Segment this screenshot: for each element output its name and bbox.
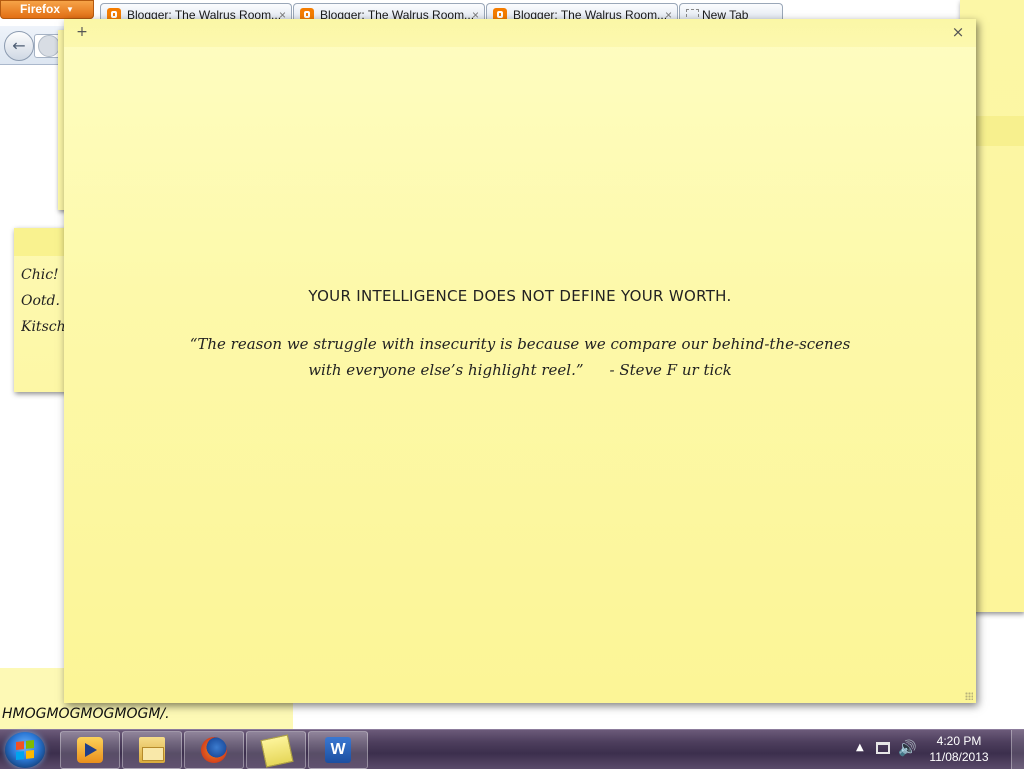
show-hidden-icons-icon[interactable]: ▲ [856, 742, 864, 753]
back-arrow-icon[interactable]: ← [4, 31, 34, 61]
quote-attribution: - Steve F ur tick [609, 361, 732, 379]
delete-note-icon[interactable]: × [950, 22, 966, 42]
taskbar-item-firefox[interactable] [184, 731, 244, 769]
quote-line-1: “The reason we struggle with insecurity … [189, 335, 851, 353]
quote-line-2: with everyone else’s highlight reel.” - S… [64, 357, 976, 383]
taskbar-item-word[interactable]: W [308, 731, 368, 769]
windows-logo-icon [16, 740, 34, 760]
taskbar: W ▲ 🔊 4:20 PM 11/08/2013 [0, 729, 1024, 769]
clock-time: 4:20 PM [936, 734, 982, 748]
windows-explorer-icon [139, 737, 165, 763]
taskbar-item-explorer[interactable] [122, 731, 182, 769]
start-button[interactable] [5, 732, 45, 768]
note-text[interactable]: YOUR INTELLIGENCE DOES NOT DEFINE YOUR W… [64, 287, 976, 383]
network-icon[interactable] [876, 742, 890, 754]
taskbar-item-sticky-notes[interactable] [246, 731, 306, 769]
sticky-note-main[interactable]: + × YOUR INTELLIGENCE DOES NOT DEFINE YO… [64, 19, 976, 703]
note-header[interactable]: + × [64, 19, 976, 47]
microsoft-word-icon: W [325, 737, 351, 763]
sticky-notes-icon [260, 734, 294, 768]
show-desktop-button[interactable] [1011, 730, 1024, 769]
resize-grip-icon[interactable] [965, 692, 973, 700]
site-identity-icon[interactable] [38, 35, 60, 57]
firefox-menu-button[interactable]: Firefox ▼ [0, 0, 94, 19]
taskbar-item-media-player[interactable] [60, 731, 120, 769]
note-text[interactable]: HMOGMOGMOGMOGM/. [2, 706, 170, 722]
windows-media-player-icon [77, 737, 103, 763]
clock[interactable]: 4:20 PM 11/08/2013 [918, 733, 1000, 765]
firefox-menu-label: Firefox [20, 2, 61, 16]
dropdown-caret-icon: ▼ [66, 5, 74, 14]
note-headline: YOUR INTELLIGENCE DOES NOT DEFINE YOUR W… [308, 287, 732, 305]
clock-date: 11/08/2013 [929, 750, 989, 764]
volume-icon[interactable]: 🔊 [898, 739, 917, 757]
quote-line-2-text: with everyone else’s highlight reel.” [308, 361, 584, 379]
system-tray: ▲ 🔊 4:20 PM 11/08/2013 [854, 730, 1024, 769]
add-note-icon[interactable]: + [75, 23, 89, 41]
firefox-icon [201, 737, 227, 763]
